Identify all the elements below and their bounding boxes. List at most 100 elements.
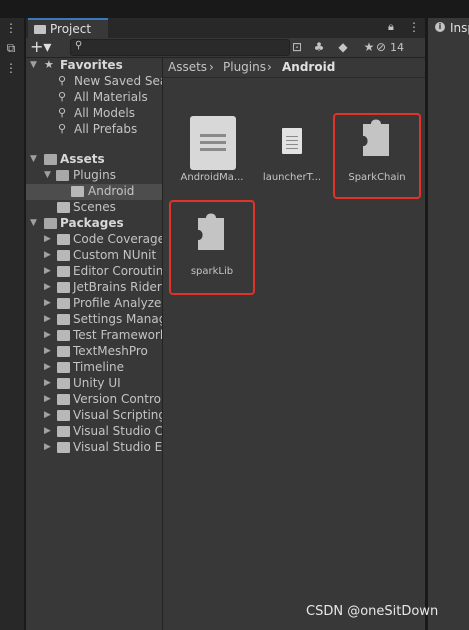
tree-item-favorites[interactable]: ▼ ★ Favorites bbox=[26, 58, 162, 74]
tab-project-label: Project bbox=[50, 22, 92, 36]
collapse-arrow-icon[interactable]: ▶ bbox=[44, 266, 54, 276]
tree-item-assets[interactable]: ▼ Assets bbox=[26, 152, 162, 168]
hierarchy-icon[interactable]: ⧉ bbox=[3, 40, 19, 56]
tree-item-package[interactable]: ▶ JetBrains Rider bbox=[26, 280, 162, 296]
tree-label: Test Framework bbox=[73, 328, 163, 342]
tree-item-package[interactable]: ▶ Settings Manag bbox=[26, 312, 162, 328]
filter-by-type-icon[interactable]: ♣ bbox=[310, 39, 328, 56]
filter-by-label-icon[interactable]: ◆ bbox=[334, 39, 352, 56]
tree-label: All Materials bbox=[74, 90, 148, 104]
tree-item-package[interactable]: ▶ Version Control bbox=[26, 392, 162, 408]
tree-item-packages[interactable]: ▼ Packages bbox=[26, 216, 162, 232]
project-toolbar: +▾ ⚲ ⊡ ♣ ◆ ★ ⊘ 14 bbox=[26, 38, 425, 58]
tree-item-package[interactable]: ▶ Timeline bbox=[26, 360, 162, 376]
tree-item-favorite[interactable]: ⚲ All Models bbox=[26, 106, 162, 122]
kebab-menu-icon[interactable]: ⋮ bbox=[408, 20, 420, 34]
collapse-arrow-icon[interactable]: ▶ bbox=[44, 298, 54, 308]
tree-label: Assets bbox=[60, 152, 105, 166]
tree-item-android[interactable]: Android bbox=[26, 184, 162, 200]
search-icon: ⚲ bbox=[58, 90, 67, 103]
tree-item-package[interactable]: ▶ Code Coverage bbox=[26, 232, 162, 248]
tree-label: Visual Studio Co bbox=[73, 424, 163, 438]
tree-item-package[interactable]: ▶ Editor Coroutine bbox=[26, 264, 162, 280]
inspector-window: i Insp bbox=[427, 18, 469, 630]
collapse-arrow-icon[interactable]: ▶ bbox=[44, 282, 54, 292]
tab-inspector[interactable]: i Insp bbox=[428, 18, 469, 38]
hidden-packages-eye-icon[interactable]: ⊘ bbox=[372, 39, 390, 56]
expand-arrow-icon[interactable]: ▼ bbox=[30, 60, 40, 70]
folder-open-icon bbox=[44, 154, 57, 165]
kebab-menu-icon[interactable]: ⋮ bbox=[3, 20, 19, 36]
collapse-arrow-icon[interactable]: ▶ bbox=[44, 410, 54, 420]
plugin-puzzle-icon bbox=[198, 213, 224, 250]
tree-item-package[interactable]: ▶ Visual Scripting bbox=[26, 408, 162, 424]
collapse-arrow-icon[interactable]: ▶ bbox=[44, 314, 54, 324]
tree-label: All Models bbox=[74, 106, 135, 120]
tree-label: Favorites bbox=[60, 58, 123, 72]
tree-label: New Saved Sea bbox=[74, 74, 163, 88]
breadcrumb-assets[interactable]: Assets bbox=[168, 60, 207, 74]
tab-project[interactable]: Project bbox=[28, 18, 108, 38]
tree-label: Settings Manag bbox=[73, 312, 163, 326]
folder-icon bbox=[57, 234, 70, 245]
collapse-arrow-icon[interactable]: ▶ bbox=[44, 362, 54, 372]
asset-item[interactable]: launcherT... bbox=[256, 110, 328, 194]
project-tab-bar: Project 🔒︎ ⋮ bbox=[26, 18, 425, 38]
tree-item-package[interactable]: ▶ Profile Analyzer bbox=[26, 296, 162, 312]
tree-item-plugins[interactable]: ▼ Plugins bbox=[26, 168, 162, 184]
manifest-document-icon bbox=[190, 116, 236, 170]
tree-item-package[interactable]: ▶ Unity UI bbox=[26, 376, 162, 392]
tree-label: All Prefabs bbox=[74, 122, 138, 136]
tree-item-favorite[interactable]: ⚲ All Materials bbox=[26, 90, 162, 106]
folder-icon bbox=[57, 346, 70, 357]
tree-label: Visual Studio Ed bbox=[73, 440, 163, 454]
folder-icon bbox=[57, 330, 70, 341]
expand-arrow-icon[interactable]: ▼ bbox=[30, 154, 40, 164]
tree-label: Editor Coroutine bbox=[73, 264, 163, 278]
asset-item[interactable]: SparkChain bbox=[341, 110, 413, 194]
watermark: CSDN @oneSitDown bbox=[306, 604, 439, 619]
asset-item[interactable]: AndroidMa... bbox=[176, 110, 248, 194]
collapse-arrow-icon[interactable]: ▶ bbox=[44, 346, 54, 356]
breadcrumb-plugins[interactable]: Plugins bbox=[223, 60, 266, 74]
folder-icon bbox=[57, 426, 70, 437]
expand-arrow-icon[interactable]: ▼ bbox=[30, 218, 40, 228]
tree-label: Unity UI bbox=[73, 376, 121, 390]
folder-icon bbox=[57, 410, 70, 421]
tree-item-package[interactable]: ▶ TextMeshPro bbox=[26, 344, 162, 360]
search-input[interactable]: ⚲ bbox=[70, 39, 290, 56]
folder-icon bbox=[57, 314, 70, 325]
search-icon: ⚲ bbox=[58, 122, 67, 135]
tree-item-scenes[interactable]: Scenes bbox=[26, 200, 162, 216]
add-button[interactable]: +▾ bbox=[30, 39, 60, 56]
tree-label: Code Coverage bbox=[73, 232, 163, 246]
search-by-type-icon[interactable]: ⊡ bbox=[288, 39, 306, 56]
collapse-arrow-icon[interactable]: ▶ bbox=[44, 234, 54, 244]
breadcrumb-android[interactable]: Android bbox=[282, 60, 335, 74]
collapse-arrow-icon[interactable]: ▶ bbox=[44, 330, 54, 340]
tab-inspector-label: Insp bbox=[450, 21, 469, 35]
tree-label: JetBrains Rider bbox=[73, 280, 162, 294]
tree-item-package[interactable]: ▶ Test Framework bbox=[26, 328, 162, 344]
tree-item-package[interactable]: ▶ Visual Studio Ed bbox=[26, 440, 162, 456]
collapse-arrow-icon[interactable]: ▶ bbox=[44, 378, 54, 388]
collapse-arrow-icon[interactable]: ▶ bbox=[44, 426, 54, 436]
kebab-menu-icon[interactable]: ⋮ bbox=[3, 60, 19, 76]
tree-item-package[interactable]: ▶ Visual Studio Co bbox=[26, 424, 162, 440]
breadcrumb-separator: › bbox=[267, 60, 272, 74]
asset-item[interactable]: sparkLib bbox=[176, 204, 248, 288]
breadcrumb: Assets › Plugins › Android bbox=[163, 58, 425, 78]
collapse-arrow-icon[interactable]: ▶ bbox=[44, 394, 54, 404]
expand-arrow-icon[interactable]: ▼ bbox=[44, 170, 54, 180]
search-icon: ⚲ bbox=[75, 40, 83, 51]
project-window: Project 🔒︎ ⋮ +▾ ⚲ ⊡ ♣ ◆ ★ ⊘ 14 ▼ ★ Favor… bbox=[26, 18, 425, 630]
collapse-arrow-icon[interactable]: ▶ bbox=[44, 250, 54, 260]
star-icon: ★ bbox=[44, 58, 54, 71]
tree-item-package[interactable]: ▶ Custom NUnit bbox=[26, 248, 162, 264]
tree-item-favorite[interactable]: ⚲ New Saved Sea bbox=[26, 74, 162, 90]
tree-item-favorite[interactable]: ⚲ All Prefabs bbox=[26, 122, 162, 138]
tree-label: Plugins bbox=[73, 168, 116, 182]
asset-name: launcherT... bbox=[262, 172, 322, 183]
collapse-arrow-icon[interactable]: ▶ bbox=[44, 442, 54, 452]
lock-icon[interactable]: 🔒︎ bbox=[388, 20, 394, 34]
